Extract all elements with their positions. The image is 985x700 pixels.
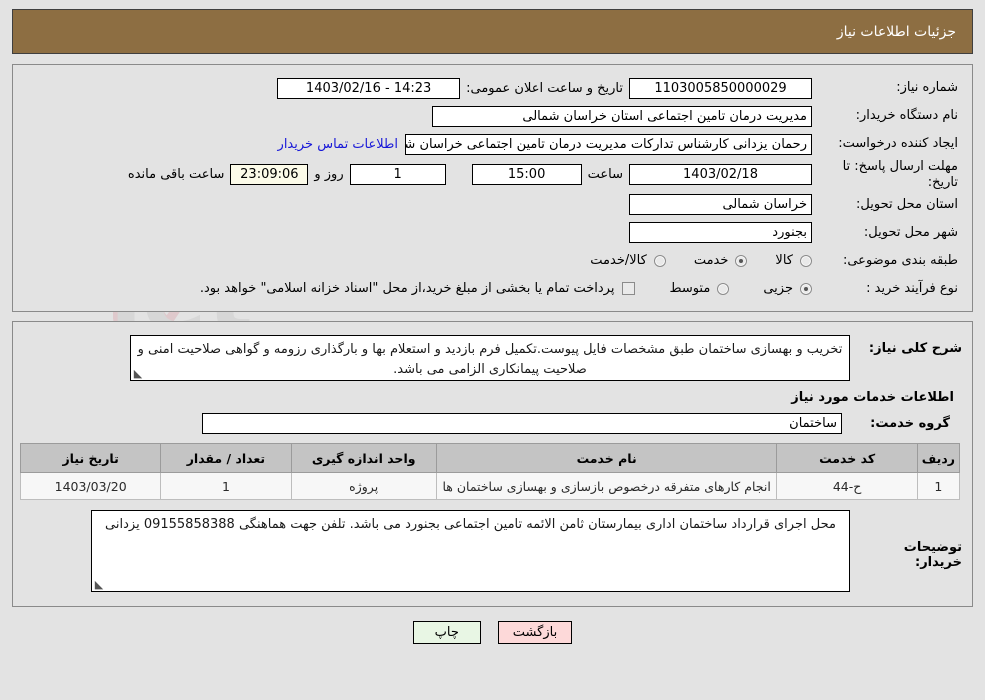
description-textarea[interactable]: تخریب و بهسازی ساختمان طبق مشخصات فایل پ… [130, 335, 850, 382]
service-group-label: گروه خدمت: [870, 415, 950, 431]
purchase-type-option-medium-label: متوسط [669, 281, 711, 297]
row-classification: طبقه بندی موضوعی: کالا خدمت کالا/خدمت [19, 247, 966, 274]
service-group-value: ساختمان [202, 413, 842, 435]
print-button[interactable]: چاپ [412, 621, 481, 645]
row-creator: ایجاد کننده درخواست: رحمان یزدانی کارشنا… [19, 131, 966, 158]
deadline-hour-label: ساعت [587, 167, 623, 183]
purchase-type-radio-group: جزیی متوسط پرداخت تمام یا بخشی از مبلغ خ… [172, 281, 812, 296]
cell-radif: 1 [916, 472, 961, 501]
buyer-notes-label: توضیحات خریدار: [903, 540, 962, 571]
row-buyer-notes: توضیحات خریدار: محل اجرای قرارداد ساختما… [19, 500, 966, 594]
classification-radio-group: کالا خدمت کالا/خدمت [562, 253, 812, 268]
row-buyer-org: نام دستگاه خریدار: مدیریت درمان تامین اج… [19, 103, 966, 130]
description-value: تخریب و بهسازی ساختمان طبق مشخصات فایل پ… [137, 342, 843, 377]
radio-icon[interactable] [717, 282, 730, 295]
classification-option-goods-service[interactable]: کالا/خدمت [590, 253, 666, 268]
buyer-org-label: نام دستگاه خریدار: [855, 108, 958, 124]
col-service-name: نام خدمت [435, 443, 778, 474]
remaining-days-unit: روز و [314, 167, 344, 183]
buyer-notes-textarea[interactable]: محل اجرای قرارداد ساختمان اداری بیمارستا… [91, 510, 850, 593]
need-details-panel: شرح کلی نیاز: تخریب و بهسازی ساختمان طبق… [12, 321, 973, 608]
row-service-group: گروه خدمت: ساختمان [19, 410, 966, 437]
page-header: جزئیات اطلاعات نیاز [12, 9, 973, 54]
col-service-code: کد خدمت [776, 443, 918, 474]
page-title: جزئیات اطلاعات نیاز [836, 23, 956, 40]
purchase-type-option-minor[interactable]: جزیی [763, 281, 812, 296]
deadline-date-value: 1403/02/18 [629, 164, 812, 186]
cell-service-name: انجام کارهای متفرقه درخصوص بازسازی و بهس… [435, 472, 778, 501]
row-description: شرح کلی نیاز: تخریب و بهسازی ساختمان طبق… [19, 332, 966, 383]
footer-actions: بازگشت چاپ [0, 621, 985, 645]
cell-unit: پروژه [290, 472, 437, 501]
description-label: شرح کلی نیاز: [868, 341, 962, 357]
buyer-contact-link[interactable]: اطلاعات تماس خریدار [278, 137, 398, 152]
announce-label: تاریخ و ساعت اعلان عمومی: [466, 81, 623, 96]
services-table-wrap: ردیف کد خدمت نام خدمت واحد اندازه گیری ت… [19, 438, 966, 501]
radio-selected-icon[interactable] [800, 282, 812, 295]
row-purchase-type: نوع فرآیند خرید : جزیی متوسط پرداخت تمام… [19, 275, 966, 302]
col-need-date: تاریخ نیاز [19, 443, 162, 474]
services-section-heading: اطلاعات خدمات مورد نیاز [791, 390, 954, 406]
row-deadline: مهلت ارسال پاسخ: تا تاریخ: 1403/02/18 سا… [19, 159, 966, 190]
treasury-bond-note: پرداخت تمام یا بخشی از مبلغ خرید،از محل … [199, 281, 615, 297]
treasury-bond-checkbox-item[interactable]: پرداخت تمام یا بخشی از مبلغ خرید،از محل … [200, 281, 636, 296]
col-unit: واحد اندازه گیری [290, 443, 437, 474]
need-summary-panel: شماره نیاز: 1103005850000029 تاریخ و ساع… [12, 64, 973, 313]
deadline-label: مهلت ارسال پاسخ: تا تاریخ: [842, 159, 958, 190]
classification-option-goods-label: کالا [775, 253, 793, 269]
table-header-row: ردیف کد خدمت نام خدمت واحد اندازه گیری ت… [19, 443, 961, 474]
buyer-org-value: مدیریت درمان تامین اجتماعی استان خراسان … [432, 106, 812, 127]
resize-handle-icon[interactable]: ◢ [94, 578, 104, 591]
countdown-timer-unit: ساعت باقی مانده [127, 167, 225, 183]
city-value: بجنورد [629, 222, 812, 244]
purchase-type-option-medium[interactable]: متوسط [669, 281, 730, 297]
classification-option-service-label: خدمت [693, 253, 729, 269]
announce-value: 14:23 - 1403/02/16 [277, 78, 461, 99]
page-root: جزئیات اطلاعات نیاز شماره نیاز: 11030058… [0, 9, 985, 645]
cell-quantity: 1 [160, 472, 292, 501]
classification-option-goods[interactable]: کالا [775, 253, 812, 268]
back-button[interactable]: بازگشت [497, 621, 573, 645]
cell-need-date: 1403/03/20 [19, 472, 162, 501]
buyer-notes-value: محل اجرای قرارداد ساختمان اداری بیمارستا… [105, 517, 836, 533]
radio-icon[interactable] [800, 254, 812, 267]
cell-service-code: ح-44 [776, 472, 918, 501]
creator-value: رحمان یزدانی کارشناس تدارکات مدیریت درما… [405, 134, 812, 155]
countdown-timer-value: 23:09:06 [230, 164, 309, 186]
deadline-hour-value: 15:00 [471, 164, 582, 186]
need-number-label: شماره نیاز: [896, 80, 958, 96]
row-need-number: شماره نیاز: 1103005850000029 تاریخ و ساع… [19, 75, 966, 102]
radio-selected-icon[interactable] [735, 254, 748, 267]
classification-label: طبقه بندی موضوعی: [842, 252, 958, 268]
col-quantity: تعداد / مقدار [160, 443, 292, 474]
purchase-type-label: نوع فرآیند خرید : [866, 280, 958, 296]
col-radif: ردیف [916, 443, 961, 474]
purchase-type-option-minor-label: جزیی [763, 281, 793, 297]
province-label: استان محل تحویل: [856, 196, 958, 212]
creator-label: ایجاد کننده درخواست: [838, 136, 958, 152]
row-city: شهر محل تحویل: بجنورد [19, 219, 966, 246]
classification-option-service[interactable]: خدمت [694, 253, 748, 268]
remaining-days-value: 1 [349, 164, 446, 186]
resize-handle-icon[interactable]: ◢ [133, 367, 143, 380]
table-row: 1 ح-44 انجام کارهای متفرقه درخصوص بازساز… [19, 472, 961, 501]
province-value: خراسان شمالی [629, 194, 812, 216]
radio-icon[interactable] [653, 254, 666, 267]
row-province: استان محل تحویل: خراسان شمالی [19, 191, 966, 218]
classification-option-goods-service-label: کالا/خدمت [590, 253, 647, 269]
services-table: ردیف کد خدمت نام خدمت واحد اندازه گیری ت… [19, 443, 961, 501]
need-number-value: 1103005850000029 [629, 78, 812, 99]
checkbox-icon[interactable] [622, 282, 636, 296]
city-label: شهر محل تحویل: [863, 224, 958, 240]
